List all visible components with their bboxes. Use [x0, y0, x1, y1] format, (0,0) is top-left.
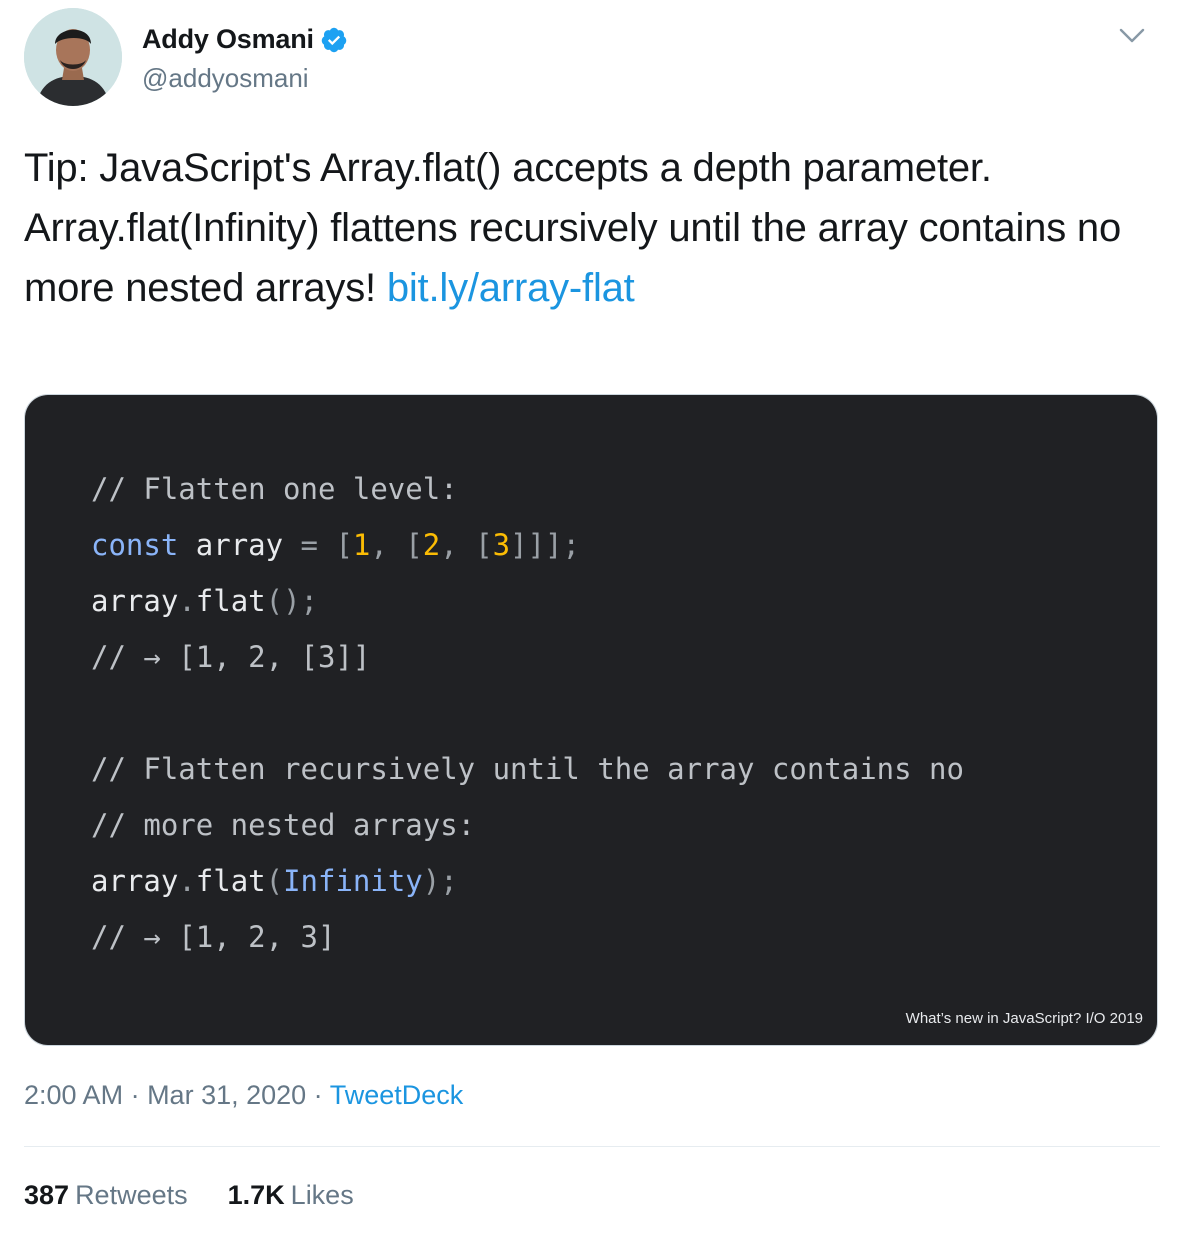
divider [24, 1146, 1160, 1147]
code-token: // more nested arrays: [91, 808, 476, 842]
retweets-label: Retweets [75, 1180, 188, 1210]
avatar-image [24, 8, 122, 106]
code-token: , [ [370, 528, 423, 562]
verified-badge-icon [321, 27, 347, 52]
meta-separator: · [306, 1080, 330, 1110]
code-token: flat [195, 864, 266, 898]
code-screenshot-image: // Flatten one level: const array = [1, [… [25, 395, 1157, 1045]
chevron-down-icon[interactable] [1118, 26, 1146, 46]
code-line: array.flat(Infinity); [91, 853, 964, 909]
code-line: // Flatten one level: [91, 461, 964, 517]
tweet-date[interactable]: Mar 31, 2020 [147, 1080, 306, 1110]
code-token: 3 [492, 528, 511, 562]
author-handle[interactable]: @addyosmani [142, 63, 309, 94]
code-line: const array = [1, [2, [3]]]; [91, 517, 964, 573]
author-name-row[interactable]: Addy Osmani [142, 24, 348, 55]
code-token: = [300, 528, 318, 562]
tweet-meta: 2:00 AM · Mar 31, 2020 · TweetDeck [24, 1080, 463, 1111]
code-line: // → [1, 2, [3]] [91, 629, 964, 685]
tweet-media[interactable]: // Flatten one level: const array = [1, [… [24, 394, 1158, 1046]
code-token: // Flatten recursively until the array c… [91, 752, 964, 786]
tweet-header: Addy Osmani @addyosmani [24, 8, 1160, 108]
code-line: // Flatten recursively until the array c… [91, 741, 964, 797]
code-line: // → [1, 2, 3] [91, 909, 964, 965]
code-token: , [ [440, 528, 493, 562]
code-block: // Flatten one level: const array = [1, [… [91, 461, 964, 965]
code-token: 2 [422, 528, 441, 562]
likes-stat[interactable]: 1.7K Likes [228, 1180, 354, 1211]
code-token: // → [1, 2, [3]] [91, 640, 371, 674]
code-token: ); [422, 864, 458, 898]
tweet-time[interactable]: 2:00 AM [24, 1080, 123, 1110]
code-line: array.flat(); [91, 573, 964, 629]
code-token: array [91, 584, 179, 618]
code-token: ( [265, 864, 284, 898]
code-token: // Flatten one level: [91, 472, 458, 506]
code-token: . [178, 584, 196, 618]
code-token: Infinity [283, 864, 423, 898]
code-token: (); [265, 584, 319, 618]
tweet-link[interactable]: bit.ly/array-flat [387, 266, 635, 310]
avatar[interactable] [24, 8, 122, 106]
tweet-text: Tip: JavaScript's Array.flat() accepts a… [24, 138, 1144, 318]
code-token: [ [318, 528, 353, 562]
code-token: // → [1, 2, 3] [91, 920, 336, 954]
retweets-stat[interactable]: 387 Retweets [24, 1180, 188, 1211]
media-caption: What’s new in JavaScript? I/O 2019 [905, 1010, 1143, 1027]
likes-count: 1.7K [227, 1180, 285, 1210]
code-token: array [178, 528, 301, 562]
code-token: const [91, 528, 179, 562]
code-line: // more nested arrays: [91, 797, 964, 853]
likes-label: Likes [290, 1180, 354, 1210]
author-name[interactable]: Addy Osmani [142, 24, 314, 55]
code-token: flat [195, 584, 266, 618]
code-token: . [178, 864, 196, 898]
code-token: array [91, 864, 179, 898]
code-token: ]]]; [510, 528, 580, 562]
tweet-stats: 387 Retweets 1.7K Likes [24, 1180, 394, 1211]
retweets-count: 387 [24, 1180, 70, 1210]
tweet-source[interactable]: TweetDeck [330, 1080, 464, 1110]
code-token: 1 [352, 528, 371, 562]
meta-separator: · [123, 1080, 148, 1110]
